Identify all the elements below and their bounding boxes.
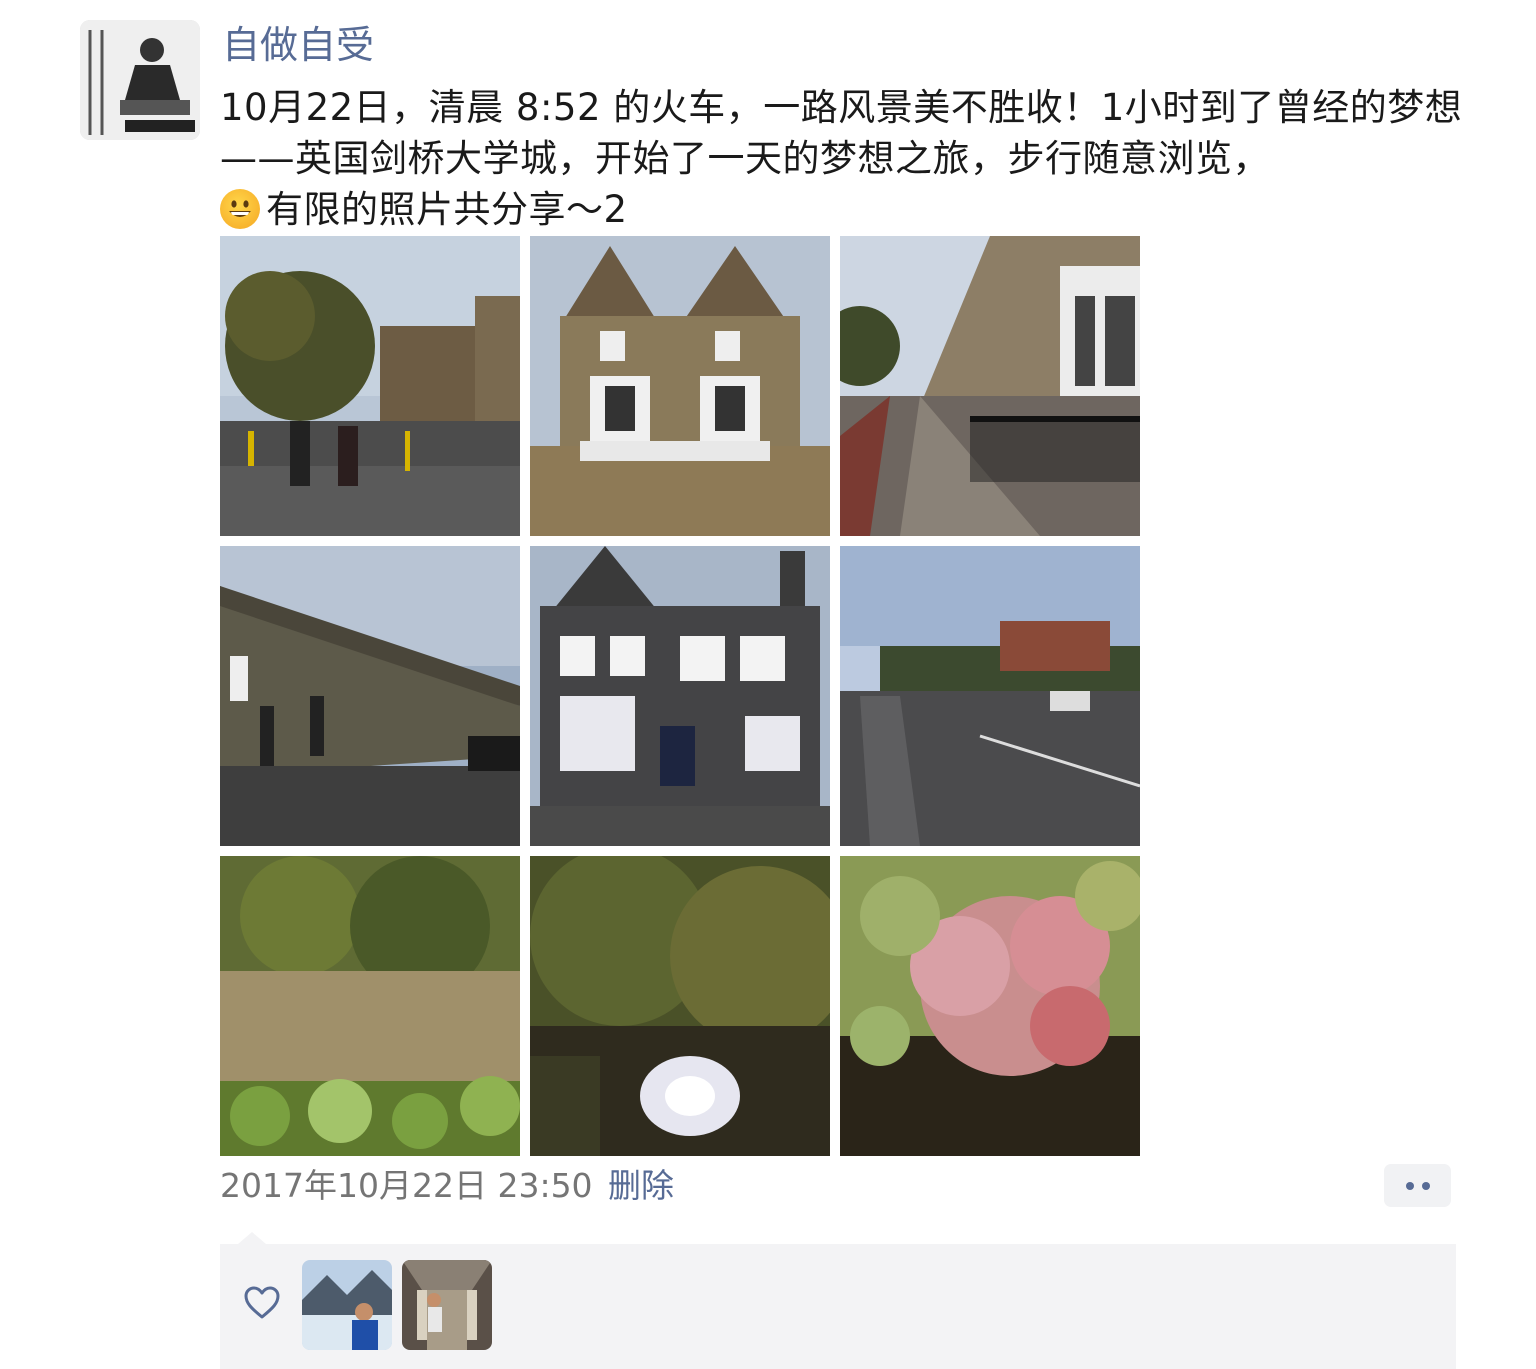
author-name[interactable]: 自做自受 <box>222 22 374 68</box>
heart-icon <box>244 1286 280 1320</box>
photo-autumn-leaves[interactable] <box>840 856 1140 1156</box>
photo-park-lawn[interactable] <box>220 856 520 1156</box>
more-dot-icon <box>1422 1182 1430 1190</box>
delete-post-link[interactable]: 删除 <box>608 1166 674 1206</box>
more-options-button[interactable] <box>1384 1164 1451 1207</box>
post-text: 10月22日，清晨 8:52 的火车，一路风景美不胜收！1小时到了曾经的梦想——… <box>220 82 1470 235</box>
post-text-body: 10月22日，清晨 8:52 的火车，一路风景美不胜收！1小时到了曾经的梦想——… <box>220 86 1463 180</box>
grinning-face-emoji-icon <box>220 189 260 229</box>
author-avatar[interactable] <box>80 20 200 140</box>
photo-brick-house[interactable] <box>530 236 830 536</box>
more-dot-icon <box>1406 1182 1414 1190</box>
liker-avatar[interactable] <box>302 1260 392 1350</box>
likes-section <box>220 1244 1456 1369</box>
photo-open-road[interactable] <box>840 546 1140 846</box>
photo-stone-house[interactable] <box>530 546 830 846</box>
photo-street-pedestrians[interactable] <box>220 236 520 536</box>
photo-grid <box>220 236 1140 1156</box>
photo-terraced-street[interactable] <box>840 236 1140 536</box>
photo-row-houses[interactable] <box>220 546 520 846</box>
post-text-tail: 有限的照片共分享～2 <box>266 188 628 231</box>
liker-avatar[interactable] <box>402 1260 492 1350</box>
photo-stream-trees[interactable] <box>530 856 830 1156</box>
post-timestamp: 2017年10月22日 23:50 <box>220 1166 593 1205</box>
like-section-pointer <box>238 1232 266 1244</box>
